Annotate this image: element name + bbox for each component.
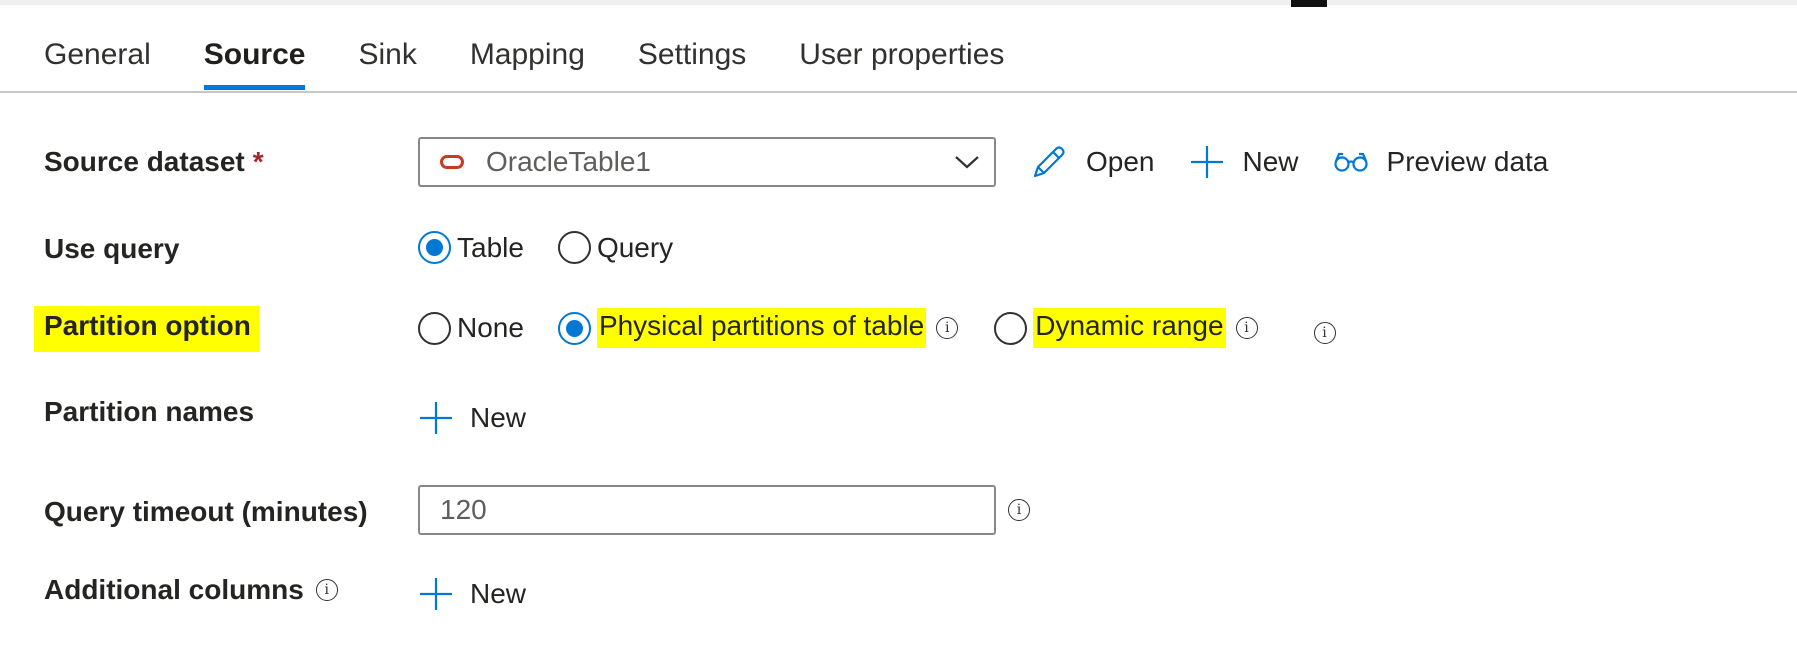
source-dataset-label: Source dataset * [44,146,264,178]
radio-unchecked [418,311,451,345]
partition-names-new-button[interactable]: New [418,400,526,436]
tab-bar: General Source Sink Mapping Settings Use… [44,30,1057,92]
partition-option-none[interactable]: None [418,311,524,345]
plus-icon [420,402,452,434]
glasses-icon [1333,152,1368,172]
info-icon[interactable]: i [1235,317,1258,339]
use-query-option-query[interactable]: Query [557,231,674,264]
radio-unchecked [557,231,591,264]
partition-names-label: Partition names [44,396,255,427]
radio-unchecked [994,311,1028,345]
preview-data-button[interactable]: Preview data [1333,146,1549,178]
additional-columns-new-button[interactable]: New [418,576,526,612]
additional-columns-info-icon[interactable]: i [315,579,338,601]
new-dataset-button[interactable]: New [1189,144,1299,180]
radio-checked [557,311,591,345]
new-dataset-label: New [1242,146,1299,177]
partition-option-info-icon[interactable]: i [1313,322,1336,344]
tab-sink[interactable]: Sink [358,30,416,90]
tab-settings[interactable]: Settings [638,30,746,90]
pencil-icon [1033,146,1065,178]
top-border [0,0,1797,5]
partition-option-physical[interactable]: Physical partitions of table i [557,308,959,348]
chevron-down-icon [955,156,979,169]
use-query-option-query-label: Query [596,231,674,263]
partition-names-controls: New [418,400,526,436]
source-dataset-controls: OracleTable1 Open New Preview data [418,137,1548,187]
use-query-label: Use query [44,233,180,264]
tab-general[interactable]: General [44,30,151,90]
additional-columns-controls: New [418,576,526,612]
query-timeout-input[interactable]: 120 [418,485,996,535]
source-dataset-value: OracleTable1 [486,146,651,177]
preview-data-label: Preview data [1386,146,1549,177]
tab-mapping[interactable]: Mapping [470,30,585,90]
tab-user-properties[interactable]: User properties [799,30,1004,90]
partition-option-dynamic-label: Dynamic range [1033,308,1226,348]
use-query-option-table-label: Table [457,231,524,263]
oracle-dataset-icon [440,155,464,169]
query-timeout-controls: 120 i [418,485,1030,535]
additional-columns-label: Additional columns i [44,574,338,606]
radio-checked [418,231,451,264]
partition-option-label: Partition option [34,306,259,352]
query-timeout-info-icon[interactable]: i [1008,499,1030,521]
tab-divider [0,91,1797,93]
info-icon[interactable]: i [936,317,959,339]
query-timeout-label: Query timeout (minutes) [44,496,368,527]
additional-columns-label-text: Additional columns [44,574,304,605]
open-button[interactable]: Open [1030,143,1155,181]
use-query-options: Table Query [418,231,707,264]
partition-option-options: None Physical partitions of table i Dyna… [418,308,1336,348]
open-button-label: Open [1086,146,1155,177]
additional-columns-new-label: New [470,578,527,609]
plus-icon [1190,146,1223,178]
source-dataset-dropdown[interactable]: OracleTable1 [418,137,996,187]
top-indicator [1291,0,1327,7]
tab-source[interactable]: Source [203,30,305,90]
partition-names-new-label: New [470,402,527,433]
plus-icon [420,578,452,610]
use-query-option-table[interactable]: Table [418,231,524,264]
partition-option-dynamic[interactable]: Dynamic range i [994,308,1258,348]
partition-option-physical-label: Physical partitions of table [596,308,927,348]
partition-option-none-label: None [457,312,524,343]
source-dataset-label-text: Source dataset [44,146,245,177]
required-marker: * [252,146,264,177]
